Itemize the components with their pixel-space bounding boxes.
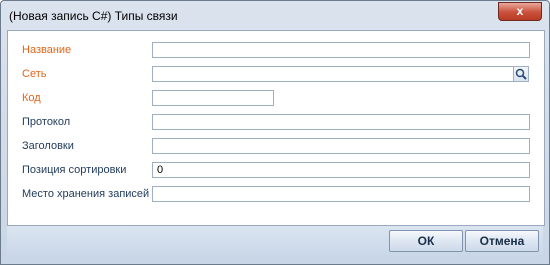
button-bar: ОК Отмена (7, 226, 543, 260)
sort-position-label: Позиция сортировки (22, 164, 127, 176)
network-lookup-button[interactable] (513, 66, 529, 82)
close-icon: x (516, 4, 524, 18)
close-button[interactable]: x (498, 2, 542, 21)
protocol-input[interactable] (152, 114, 530, 130)
code-label: Код (22, 92, 41, 104)
headers-input[interactable] (152, 138, 530, 154)
sort-position-input[interactable] (152, 162, 530, 178)
code-input[interactable] (152, 90, 274, 106)
network-label: Сеть (22, 68, 47, 80)
headers-label: Заголовки (22, 140, 74, 152)
cancel-button[interactable]: Отмена (465, 230, 539, 252)
storage-location-input[interactable] (152, 186, 530, 202)
ok-button[interactable]: ОК (389, 230, 463, 252)
storage-location-label: Место хранения записей (22, 188, 150, 200)
window-title: (Новая запись C#) Типы связи (9, 9, 178, 23)
dialog-window: (Новая запись C#) Типы связи x Название … (0, 0, 550, 265)
network-input[interactable] (152, 66, 514, 82)
protocol-label: Протокол (22, 116, 71, 128)
name-input[interactable] (152, 42, 530, 58)
search-icon (515, 68, 527, 80)
title-bar[interactable]: (Новая запись C#) Типы связи x (1, 1, 549, 29)
name-label: Название (22, 44, 72, 56)
form-panel: Название Сеть Код Протокол Заголовки Поз… (7, 30, 545, 226)
